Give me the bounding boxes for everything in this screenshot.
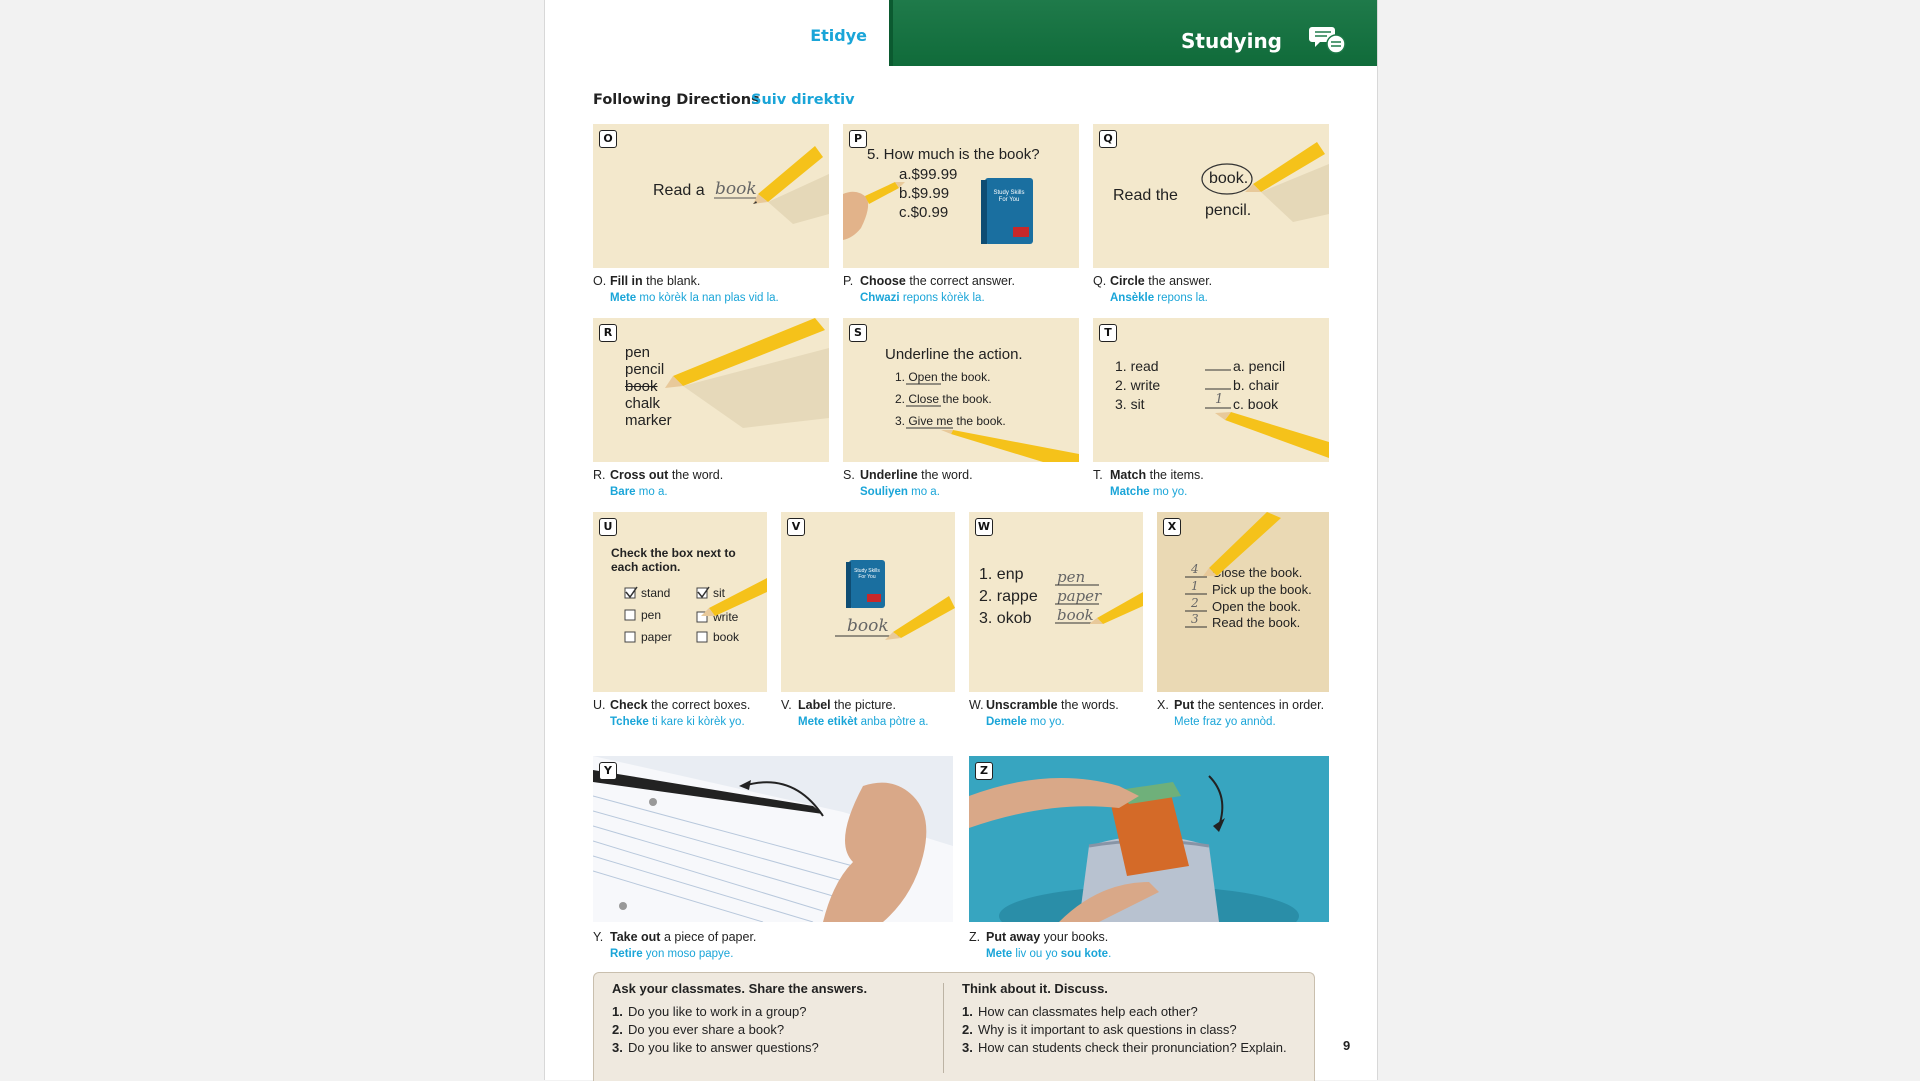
caption-q: Q. Circle the answer. Ansèkle repons la.: [1093, 274, 1213, 304]
pencil-icon: [906, 383, 1079, 462]
header-right-title: Studying: [1181, 29, 1282, 53]
think-question: 3. How can students check their pronuncia…: [962, 1040, 1287, 1055]
caption-w: W. Unscramble the words. Demele mo yo.: [969, 698, 1119, 728]
photo-y: Y: [593, 756, 953, 922]
checkbox-icons: [624, 578, 767, 643]
caption-u: U. Check the correct boxes. Tcheke ti kar…: [593, 698, 751, 728]
think-discuss: Think about it. Discuss. 1. How can class…: [962, 981, 1307, 1058]
svg-text:Study Skills: Study Skills: [993, 190, 1024, 196]
caption-t: T. Match the items. Matche mo yo.: [1093, 468, 1204, 498]
ask-question: 1. Do you like to work in a group?: [612, 1004, 807, 1019]
pencil-icon: [714, 146, 829, 224]
panel-letter: Y: [599, 762, 617, 780]
book-icon: Study Skills For You: [835, 560, 955, 640]
pencil-icon: [665, 318, 829, 428]
caption-r: R. Cross out the word. Bare mo a.: [593, 468, 724, 498]
think-question: 1. How can classmates help each other?: [962, 1004, 1198, 1019]
svg-text:For You: For You: [858, 574, 875, 580]
panel-u: U Check the box next to each action. sta…: [593, 512, 767, 692]
panel-x: X 4 1 2 3 Close the book. Pick up the bo…: [1157, 512, 1329, 692]
discussion-box: Ask your classmates. Share the answers. …: [593, 972, 1315, 1081]
caption-v: V. Label the picture. Mete etikèt anba pò…: [781, 698, 929, 728]
circle-mark-icon: [1201, 142, 1329, 222]
section-subtitle: Suiv direktiv: [751, 92, 855, 108]
chat-bubbles-icon: [1309, 27, 1346, 54]
binder-paper-photo: [593, 756, 953, 922]
backpack-photo: [969, 756, 1329, 922]
panel-o: O Read a book: [593, 124, 829, 268]
panel-t: T 1. read 2. write 3. sit a. pencil b. c…: [1093, 318, 1329, 462]
pencil-icon: [1055, 584, 1143, 624]
ask-question: 3. Do you like to answer questions?: [612, 1040, 819, 1055]
caption-p: P. Choose the correct answer. Chwazi repo…: [843, 274, 1015, 304]
caption-x: X. Put the sentences in order. Mete fraz …: [1157, 698, 1325, 728]
panel-s: S Underline the action. 1. Open the book…: [843, 318, 1079, 462]
header-left: Etidye: [545, 0, 889, 66]
header-right: Studying: [889, 0, 1377, 66]
header-left-title: Etidye: [810, 26, 867, 45]
think-title: Think about it. Discuss.: [962, 981, 1108, 996]
caption-z: Z. Put away your books. Mete liv ou yo so…: [969, 930, 1112, 960]
hand-with-pencil-icon: Study Skills For You: [843, 178, 1033, 244]
think-question: 2. Why is it important to ask questions i…: [962, 1022, 1237, 1037]
page-number: 9: [1343, 1038, 1351, 1053]
panel-letter: Z: [975, 762, 993, 780]
textbook-page: Etidye Studying Following Directions Sui…: [544, 0, 1378, 1081]
pencil-icon: [1185, 512, 1281, 628]
caption-o: O. Fill in the blank. Mete mo kòrèk la na…: [593, 274, 779, 304]
panel-v: V book Study Skills For You: [781, 512, 955, 692]
caption-s: S. Underline the word. Souliyen mo a.: [843, 468, 973, 498]
panel-p: P 5. How much is the book? a.$99.99 b.$9…: [843, 124, 1079, 268]
ask-question: 2. Do you ever share a book?: [612, 1022, 785, 1037]
panel-r: R pen pencil book chalk marker: [593, 318, 829, 462]
section-title: Following Directions: [593, 92, 760, 108]
photo-z: Z: [969, 756, 1329, 922]
panel-q: Q Read the book. pencil.: [1093, 124, 1329, 268]
svg-text:For You: For You: [999, 197, 1020, 203]
panel-w: W 1. enp 2. rappe 3. okob pen paper book: [969, 512, 1143, 692]
ask-title: Ask your classmates. Share the answers.: [612, 981, 868, 996]
pencil-icon: [1205, 369, 1329, 458]
ask-classmates: Ask your classmates. Share the answers. …: [612, 981, 932, 1058]
divider: [943, 983, 944, 1073]
caption-y: Y. Take out a piece of paper. Retire yon …: [593, 930, 757, 960]
